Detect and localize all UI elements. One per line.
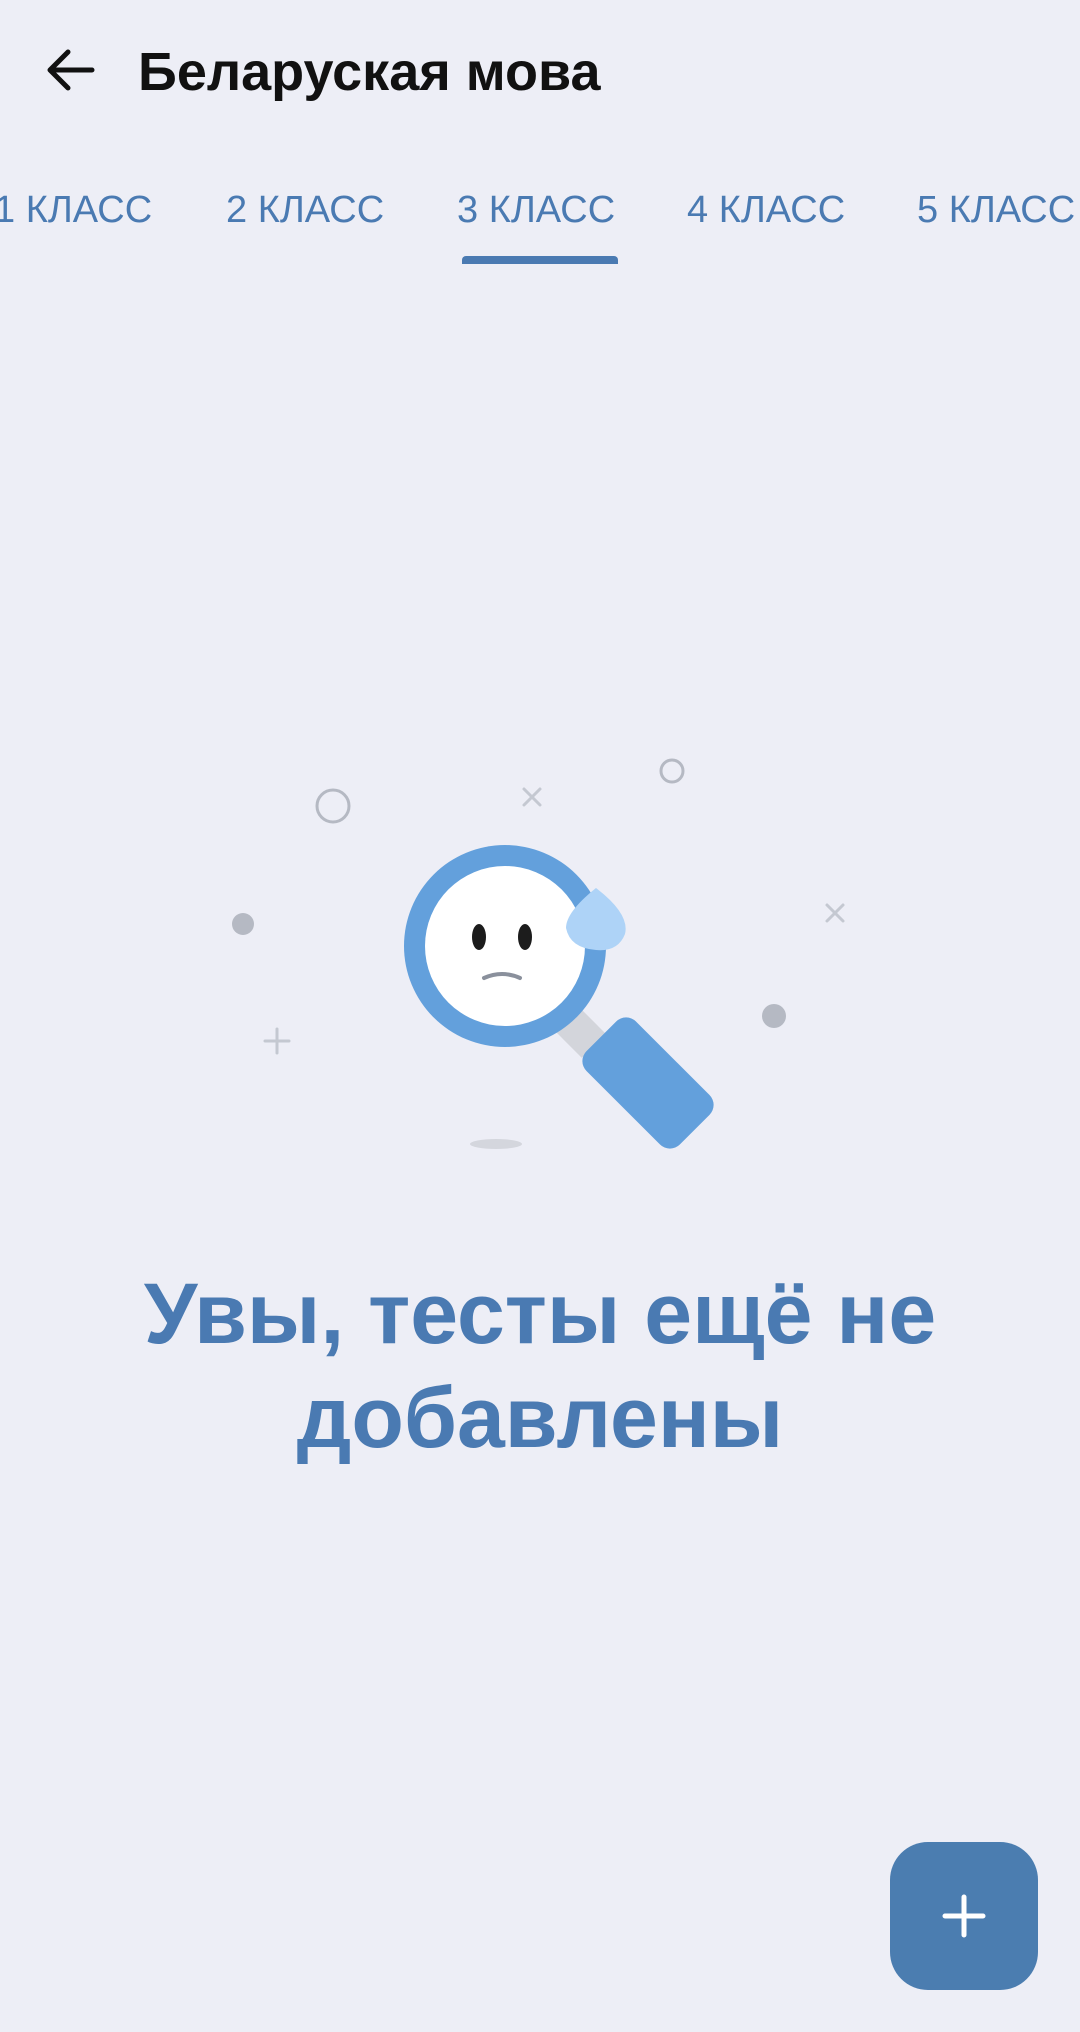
arrow-left-icon	[47, 49, 95, 91]
magnifier-neck	[552, 1004, 606, 1058]
tab-grade-2[interactable]: 2 КЛАСС	[226, 180, 384, 240]
decor-circle-left	[315, 788, 351, 824]
back-button[interactable]	[30, 26, 110, 114]
decor-cross-right	[825, 903, 845, 923]
illustration-shadow	[470, 1139, 522, 1149]
decor-circle-top	[659, 758, 685, 784]
tab-grade-1[interactable]: 1 КЛАСС	[0, 180, 152, 240]
app-bar: Беларуская мова	[0, 0, 1080, 140]
tab-grade-5[interactable]: 5 КЛАСС	[917, 180, 1075, 240]
plus-icon	[942, 1894, 986, 1938]
sweat-drop-icon	[566, 888, 626, 951]
sad-magnifier-icon	[232, 758, 845, 1149]
magnifier-handle	[582, 1017, 714, 1149]
magnifier-ring	[404, 845, 606, 1047]
sad-mouth	[482, 972, 522, 980]
tab-grade-3[interactable]: 3 КЛАСС	[457, 180, 615, 240]
decor-plus-left	[263, 1027, 291, 1055]
empty-state-message: Увы, тесты ещё не добавлены	[143, 1266, 937, 1466]
tab-grade-4[interactable]: 4 КЛАСС	[687, 180, 845, 240]
decor-dot-right	[762, 1004, 786, 1028]
selected-tab-indicator	[462, 256, 618, 264]
magnifier-lens	[425, 866, 585, 1026]
left-eye	[472, 924, 486, 950]
decor-cross-top	[522, 787, 542, 807]
decor-dot-left	[232, 913, 254, 935]
page-title: Беларуская мова	[138, 42, 601, 102]
right-eye	[518, 924, 532, 950]
grade-tabs: 1 КЛАСС 2 КЛАСС 3 КЛАСС 4 КЛАСС 5 КЛАСС	[0, 140, 1080, 264]
add-test-button[interactable]	[890, 1842, 1038, 1990]
